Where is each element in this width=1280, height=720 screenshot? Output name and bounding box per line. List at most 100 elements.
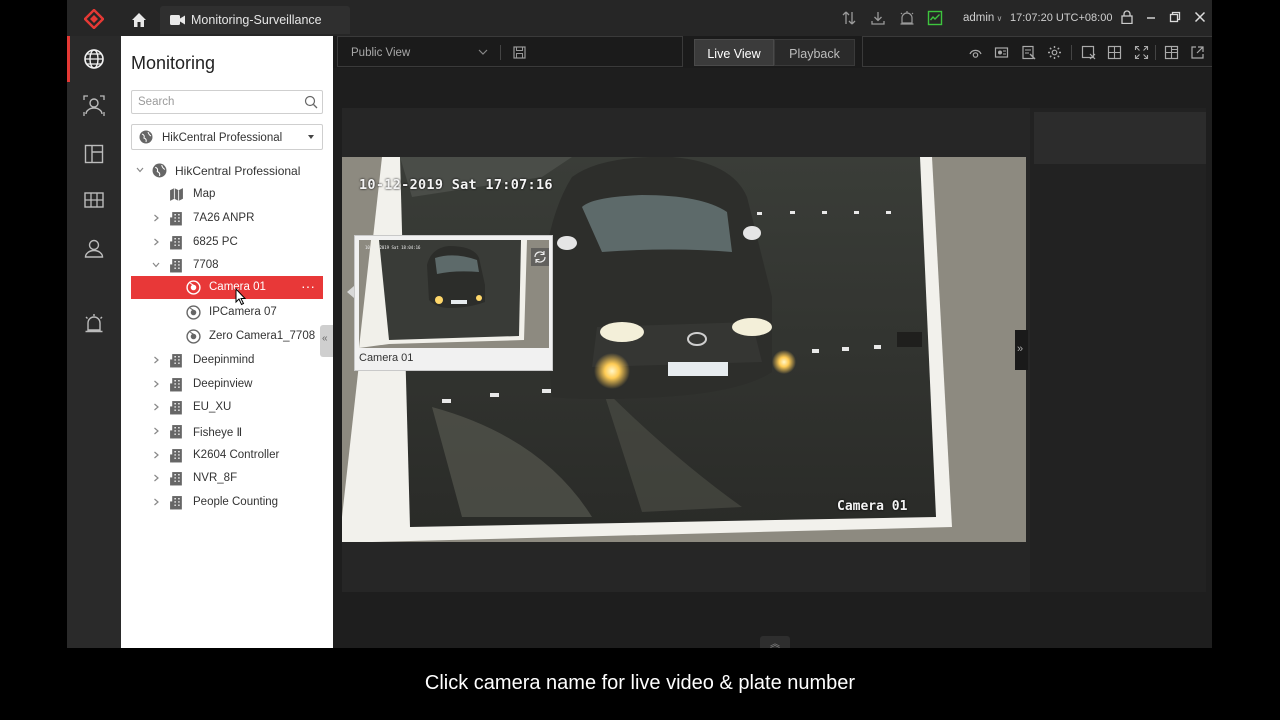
tree-item-label: K2604 Controller <box>193 449 280 461</box>
navigation-rail <box>67 36 121 648</box>
app-window: Monitoring-Surveillance admin ∨ 17:07:20… <box>67 0 1212 648</box>
pop-out-icon[interactable] <box>1190 45 1205 60</box>
tree-item-area[interactable]: 7708 <box>131 254 323 277</box>
refresh-icon <box>534 251 546 263</box>
tree-item-area[interactable]: 6825 PC <box>131 231 323 254</box>
tree-item-area[interactable]: Fisheye Ⅱ <box>131 420 323 443</box>
settings-icon[interactable] <box>1047 45 1062 60</box>
custom-layout-icon[interactable] <box>1164 45 1179 60</box>
home-icon[interactable] <box>129 10 149 30</box>
map-icon <box>170 188 183 201</box>
tab-playback[interactable]: Playback <box>774 39 855 66</box>
chevron-down-icon[interactable] <box>151 260 161 270</box>
tree-item-label: Map <box>193 188 216 200</box>
video-timestamp: 10-12-2019 Sat 17:07:16 <box>359 177 553 193</box>
search-input[interactable]: Search <box>131 90 323 114</box>
search-icon[interactable] <box>304 95 318 109</box>
capture-icon[interactable] <box>968 45 983 60</box>
tree-item-area[interactable]: K2604 Controller <box>131 444 323 467</box>
tree-item-area[interactable]: EU_XU <box>131 396 323 419</box>
chevron-right-icon[interactable] <box>151 237 161 247</box>
tree-item-label: IPCamera 07 <box>209 306 277 318</box>
transfer-icon[interactable] <box>841 10 857 26</box>
record-icon[interactable] <box>994 45 1009 60</box>
tree-item-area[interactable]: NVR_8F <box>131 467 323 490</box>
tree-item-label: Deepinmind <box>193 354 255 366</box>
tree-item-label: 7A26 ANPR <box>193 212 255 224</box>
chevron-right-icon[interactable] <box>151 213 161 223</box>
tab-monitoring-surveillance[interactable]: Monitoring-Surveillance <box>160 6 350 34</box>
preview-thumbnail[interactable]: 10-12-2019 Sat 18:04:16 <box>359 240 549 348</box>
person-search-icon[interactable] <box>83 95 105 117</box>
tree-item-label: EU_XU <box>193 401 232 413</box>
double-chevron-right-icon: » <box>1017 343 1024 355</box>
chevron-right-icon[interactable] <box>151 426 161 436</box>
monitoring-globe-icon[interactable] <box>83 48 105 70</box>
more-options-button[interactable]: ··· <box>301 278 315 294</box>
tree-item-label: People Counting <box>193 496 279 508</box>
divider <box>1155 45 1156 60</box>
restore-icon[interactable] <box>1168 10 1182 24</box>
divider <box>500 45 501 60</box>
alarm-bell-icon[interactable] <box>83 312 105 334</box>
user-menu[interactable]: admin ∨ <box>963 12 1002 24</box>
site-select-value: HikCentral Professional <box>162 132 283 144</box>
building-icon <box>170 496 182 510</box>
expand-panel-button[interactable]: » <box>1015 330 1028 370</box>
chevron-down-icon[interactable] <box>135 165 145 175</box>
chevron-right-icon[interactable] <box>151 402 161 412</box>
view-select[interactable]: Public View <box>337 36 683 67</box>
tree-item-camera[interactable]: Zero Camera1_7708 <box>131 325 323 348</box>
user-icon[interactable] <box>83 237 105 259</box>
site-select[interactable]: HikCentral Professional <box>131 124 323 150</box>
camera-icon <box>186 305 201 320</box>
health-monitor-icon[interactable] <box>927 10 943 26</box>
chevron-right-icon[interactable] <box>151 450 161 460</box>
panel-title: Monitoring <box>131 53 216 73</box>
building-icon <box>170 378 182 392</box>
split-layout-icon[interactable] <box>1107 45 1122 60</box>
tree-item-area[interactable]: People Counting <box>131 491 323 514</box>
chevron-right-icon[interactable] <box>151 497 161 507</box>
tree-item-camera[interactable]: IPCamera 07 <box>131 301 323 324</box>
fullscreen-icon[interactable] <box>1134 45 1149 60</box>
main-toolbar: Public View Live View Playback <box>333 36 1212 68</box>
minimize-icon[interactable] <box>1144 10 1158 24</box>
view-tools <box>862 36 1212 67</box>
tree-item-label: Deepinview <box>193 378 253 390</box>
layout-icon[interactable] <box>83 143 105 165</box>
tree-item-area[interactable]: 7A26 ANPR <box>131 207 323 230</box>
tree-item-label: Zero Camera1_7708 <box>209 330 316 342</box>
search-placeholder: Search <box>138 96 175 108</box>
tree-item-map[interactable]: Map <box>131 183 323 206</box>
chevron-right-icon[interactable] <box>151 355 161 365</box>
tab-live-view[interactable]: Live View <box>694 39 774 66</box>
chevron-right-icon[interactable] <box>151 379 161 389</box>
tree-item-area[interactable]: Deepinview <box>131 373 323 396</box>
divider <box>1071 45 1072 60</box>
camera-preview-popup[interactable]: 10-12-2019 Sat 18:04:16 Camera 01 <box>354 235 553 371</box>
building-icon <box>170 259 182 273</box>
tree-root[interactable]: HikCentral Professional <box>131 159 323 182</box>
window-close-icon[interactable] <box>1081 45 1096 60</box>
user-name: admin <box>963 12 995 24</box>
video-caption: Click camera name for live video & plate… <box>424 672 856 694</box>
collapse-panel-button[interactable]: « <box>320 325 333 357</box>
alarm-icon[interactable] <box>899 10 915 26</box>
building-icon <box>170 401 182 415</box>
active-indicator <box>67 36 70 82</box>
tree-item-camera-selected[interactable]: Camera 01 ··· <box>131 276 323 306</box>
save-view-icon[interactable] <box>513 46 526 59</box>
tag-icon[interactable] <box>1021 45 1036 60</box>
tree-item-area[interactable]: Deepinmind <box>131 349 323 372</box>
refresh-button[interactable] <box>531 248 549 266</box>
grid-icon[interactable] <box>83 189 105 211</box>
building-icon <box>170 354 182 368</box>
lock-icon[interactable] <box>1120 10 1134 24</box>
preview-image: 10-12-2019 Sat 18:04:16 <box>359 240 549 348</box>
expand-bottom-button[interactable]: ︽ <box>760 636 790 648</box>
building-icon <box>170 472 182 486</box>
chevron-right-icon[interactable] <box>151 473 161 483</box>
close-icon[interactable] <box>1193 10 1207 24</box>
download-icon[interactable] <box>870 10 886 26</box>
